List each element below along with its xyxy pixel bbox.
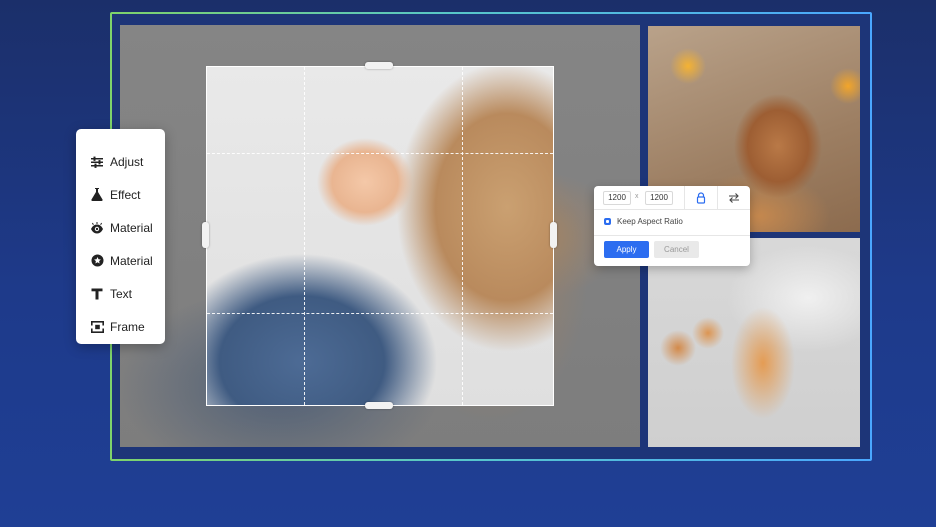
crop-grid-line	[207, 313, 553, 314]
edit-toolbox: Adjust Effect Material Material Text Fra…	[76, 129, 165, 344]
keep-aspect-label: Keep Aspect Ratio	[617, 217, 683, 226]
sliders-icon	[90, 155, 104, 169]
tool-effect[interactable]: Effect	[90, 178, 165, 211]
height-input[interactable]: 1200	[645, 191, 673, 205]
crop-grid-line	[207, 153, 553, 154]
tool-adjust[interactable]: Adjust	[90, 145, 165, 178]
tool-label: Material	[110, 253, 153, 268]
thumbnail-drink-splash[interactable]	[648, 238, 860, 447]
keep-aspect-checkbox[interactable]	[604, 218, 611, 225]
tool-label: Text	[110, 286, 133, 301]
dimension-separator: x	[635, 193, 639, 200]
badge-icon	[90, 254, 104, 268]
tool-label: Effect	[110, 187, 141, 202]
keep-aspect-row[interactable]: Keep Aspect Ratio	[604, 217, 683, 226]
tool-text[interactable]: Text	[90, 277, 165, 310]
tool-label: Adjust	[110, 154, 144, 169]
crop-handle-bottom[interactable]	[365, 402, 393, 409]
tool-frame[interactable]: Frame	[90, 310, 165, 343]
flask-icon	[90, 188, 104, 202]
eye-icon	[90, 221, 104, 235]
crop-grid-line	[304, 67, 305, 405]
crop-area[interactable]	[206, 66, 554, 406]
crop-grid-line	[462, 67, 463, 405]
text-icon	[90, 287, 104, 301]
crop-handle-right[interactable]	[550, 222, 557, 248]
lock-icon[interactable]	[695, 192, 707, 204]
divider	[717, 186, 718, 210]
dimension-row: 1200 x 1200	[594, 186, 750, 210]
tool-material-2[interactable]: Material	[90, 244, 165, 277]
frame-icon	[90, 320, 104, 334]
tool-material-1[interactable]: Material	[90, 211, 165, 244]
width-input[interactable]: 1200	[603, 191, 631, 205]
main-canvas[interactable]	[120, 25, 640, 447]
cancel-button[interactable]: Cancel	[654, 241, 699, 258]
tool-label: Frame	[110, 319, 145, 334]
tool-label: Material	[110, 220, 153, 235]
divider	[684, 186, 685, 210]
crop-handle-top[interactable]	[365, 62, 393, 69]
apply-button[interactable]: Apply	[604, 241, 649, 258]
swap-icon[interactable]	[728, 192, 740, 204]
resize-dialog: 1200 x 1200 Keep Aspect Ratio Apply Canc…	[594, 186, 750, 266]
crop-handle-left[interactable]	[202, 222, 209, 248]
divider	[594, 235, 750, 236]
